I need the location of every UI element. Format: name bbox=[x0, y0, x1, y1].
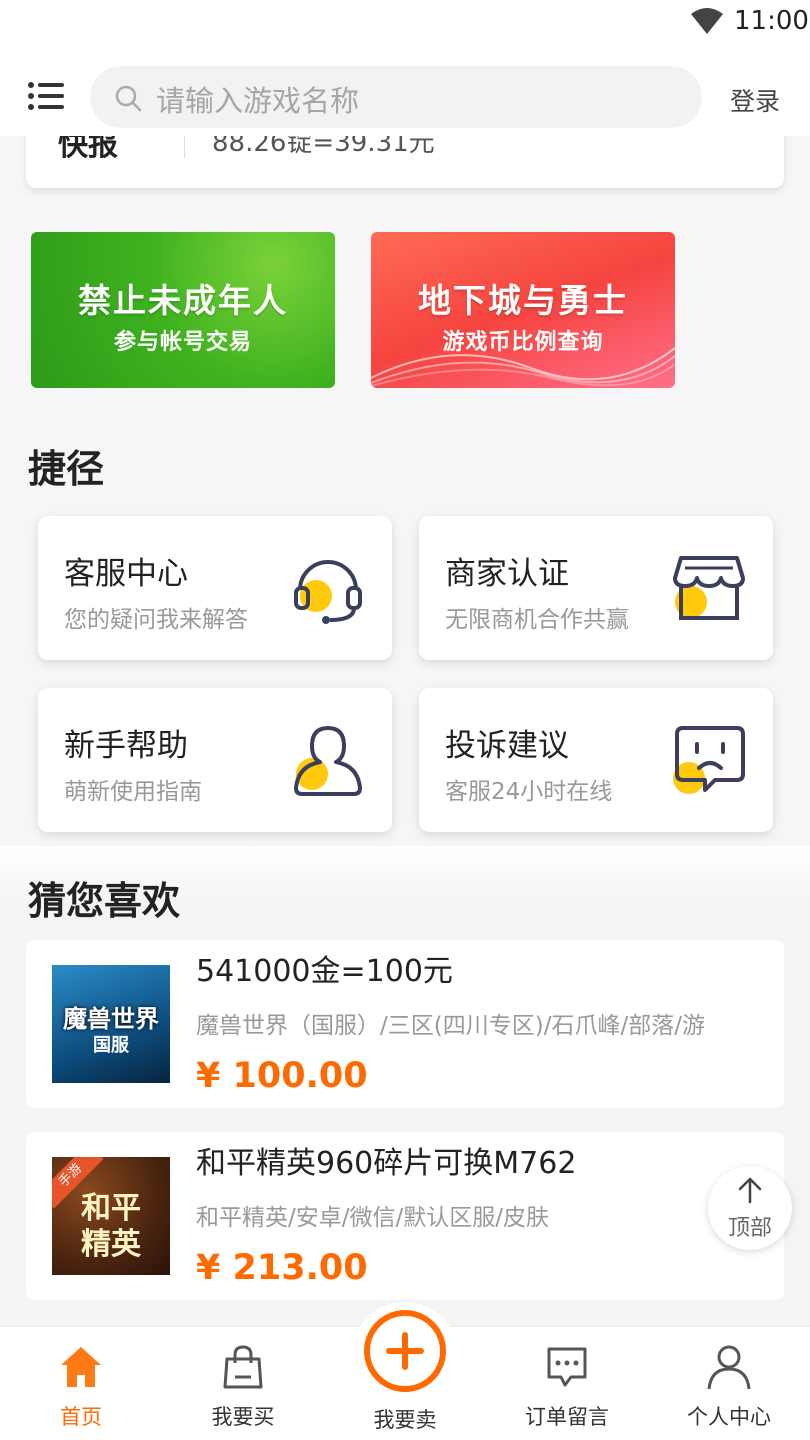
shopping-bag-icon bbox=[223, 1345, 263, 1389]
news-divider bbox=[184, 136, 185, 158]
news-text: 88.26锭=39.31元 bbox=[212, 136, 435, 158]
product-title: 和平精英960碎片可换M762 bbox=[196, 1146, 577, 1181]
shortcuts-title: 捷径 bbox=[28, 447, 105, 491]
nav-label: 个人中心 bbox=[687, 1405, 771, 1429]
nav-label: 订单留言 bbox=[525, 1405, 609, 1429]
product-description: 和平精英/安卓/微信/默认区服/皮肤 bbox=[196, 1205, 549, 1231]
product-card[interactable]: 魔兽世界 国服 541000金=100元 魔兽世界（国服）/三区(四川专区)/石… bbox=[26, 940, 784, 1108]
banner-title: 禁止未成年人 bbox=[78, 281, 288, 320]
shortcut-title: 投诉建议 bbox=[445, 728, 569, 764]
shortcut-customer-service[interactable]: 客服中心 您的疑问我来解答 bbox=[38, 516, 392, 660]
top-header: 请输入游戏名称 登录 bbox=[0, 44, 810, 136]
nav-profile[interactable]: 个人中心 bbox=[648, 1327, 810, 1440]
product-price: ¥ 100.00 bbox=[196, 1056, 368, 1096]
shortcut-subtitle: 您的疑问我来解答 bbox=[64, 607, 248, 633]
product-card[interactable]: 手游 和平 精英 和平精英960碎片可换M762 和平精英/安卓/微信/默认区服… bbox=[26, 1132, 784, 1300]
thumbnail-title: 魔兽世界 bbox=[63, 1005, 159, 1033]
wifi-icon bbox=[691, 8, 723, 34]
login-button[interactable]: 登录 bbox=[730, 82, 780, 118]
product-description: 魔兽世界（国服）/三区(四川专区)/石爪峰/部落/游 bbox=[196, 1013, 705, 1039]
search-placeholder: 请输入游戏名称 bbox=[156, 84, 360, 118]
product-price: ¥ 213.00 bbox=[196, 1248, 368, 1288]
banner-subtitle: 游戏币比例查询 bbox=[442, 330, 604, 355]
product-thumbnail: 魔兽世界 国服 bbox=[52, 965, 170, 1083]
arrow-up-icon bbox=[738, 1177, 762, 1204]
thumbnail-subtitle: 国服 bbox=[93, 1035, 129, 1056]
menu-icon[interactable] bbox=[28, 82, 64, 110]
banner-title: 地下城与勇士 bbox=[418, 281, 628, 320]
back-to-top-label: 顶部 bbox=[727, 1216, 772, 1241]
user-icon bbox=[707, 1345, 751, 1390]
nav-order-messages[interactable]: 订单留言 bbox=[486, 1327, 648, 1440]
message-icon bbox=[547, 1347, 587, 1387]
banner-dnf-ratio[interactable]: 地下城与勇士 游戏币比例查询 bbox=[371, 232, 675, 388]
product-thumbnail: 手游 和平 精英 bbox=[52, 1157, 170, 1275]
shortcut-merchant-verify[interactable]: 商家认证 无限商机合作共赢 bbox=[419, 516, 773, 660]
banner-minor-ban[interactable]: 禁止未成年人 参与帐号交易 bbox=[31, 232, 335, 388]
shortcut-title: 商家认证 bbox=[445, 556, 569, 592]
status-time: 11:00 bbox=[734, 6, 809, 36]
sell-button[interactable] bbox=[364, 1310, 446, 1392]
shortcut-subtitle: 无限商机合作共赢 bbox=[445, 607, 629, 633]
plus-circle-icon-vertical bbox=[402, 1332, 408, 1370]
store-icon bbox=[673, 556, 745, 620]
recommend-title: 猜您喜欢 bbox=[28, 879, 181, 923]
shortcut-complaint[interactable]: 投诉建议 客服24小时在线 bbox=[419, 688, 773, 832]
user-help-icon bbox=[294, 726, 362, 796]
news-clip: 快报 88.26锭=39.31元 bbox=[0, 136, 810, 196]
back-to-top-button[interactable]: 顶部 bbox=[708, 1166, 792, 1250]
complaint-icon bbox=[673, 726, 745, 794]
home-icon bbox=[61, 1347, 101, 1387]
banner-subtitle: 参与帐号交易 bbox=[113, 330, 252, 355]
shortcut-newbie-help[interactable]: 新手帮助 萌新使用指南 bbox=[38, 688, 392, 832]
search-icon bbox=[115, 85, 142, 112]
nav-label: 我要买 bbox=[211, 1405, 275, 1429]
nav-label-sell[interactable]: 我要卖 bbox=[324, 1404, 486, 1434]
shortcut-title: 新手帮助 bbox=[64, 728, 188, 764]
shortcut-subtitle: 萌新使用指南 bbox=[64, 779, 202, 805]
nav-home[interactable]: 首页 bbox=[0, 1327, 162, 1440]
news-card[interactable]: 快报 88.26锭=39.31元 bbox=[26, 136, 784, 188]
nav-label: 首页 bbox=[60, 1405, 102, 1429]
shortcut-title: 客服中心 bbox=[64, 556, 188, 592]
product-title: 541000金=100元 bbox=[196, 954, 453, 989]
news-tag: 快报 bbox=[58, 136, 118, 163]
thumbnail-subtitle: 精英 bbox=[81, 1227, 141, 1262]
nav-buy[interactable]: 我要买 bbox=[162, 1327, 324, 1440]
search-input[interactable]: 请输入游戏名称 bbox=[90, 66, 702, 128]
status-bar: 11:00 bbox=[0, 0, 810, 44]
headset-icon bbox=[294, 560, 362, 624]
shortcut-subtitle: 客服24小时在线 bbox=[445, 779, 613, 805]
